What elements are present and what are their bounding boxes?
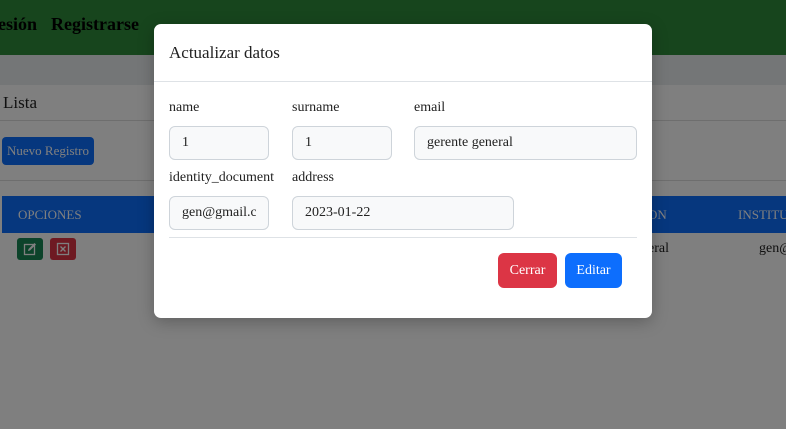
modal-divider (169, 237, 637, 238)
email-field[interactable] (414, 126, 637, 160)
surname-field[interactable] (292, 126, 392, 160)
surname-label: surname (292, 100, 340, 115)
modal-title: Actualizar datos (169, 43, 280, 62)
edit-button[interactable]: Editar (565, 253, 622, 288)
modal-header: Actualizar datos (154, 24, 652, 82)
email-label: email (414, 100, 446, 115)
address-label: address (292, 170, 334, 185)
name-field[interactable] (169, 126, 269, 160)
identity-document-label: identity_document (169, 170, 274, 185)
update-modal: Actualizar datos name surname email iden… (154, 24, 652, 318)
close-button[interactable]: Cerrar (498, 253, 557, 288)
name-label: name (169, 100, 200, 115)
address-field[interactable] (292, 196, 514, 230)
identity-document-field[interactable] (169, 196, 269, 230)
